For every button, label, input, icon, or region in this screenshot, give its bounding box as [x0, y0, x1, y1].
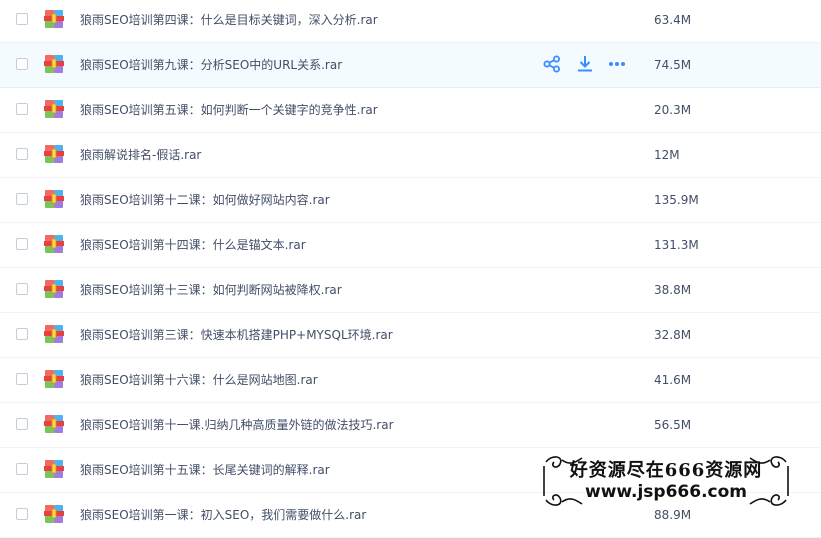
- rar-archive-icon: [44, 459, 64, 479]
- rar-archive-icon: [44, 54, 64, 74]
- rar-archive-icon: [44, 279, 64, 299]
- file-row[interactable]: 狼雨SEO培训第十二课：如何做好网站内容.rar 135.9M: [0, 178, 821, 223]
- file-name[interactable]: 狼雨SEO培训第十五课：长尾关键词的解释.rar: [80, 461, 330, 479]
- file-size: 74.5M: [654, 58, 692, 72]
- rar-archive-icon: [44, 369, 64, 389]
- rar-archive-icon: [44, 324, 64, 344]
- row-checkbox[interactable]: [16, 148, 28, 160]
- row-checkbox[interactable]: [16, 193, 28, 205]
- file-row[interactable]: 狼雨SEO培训第五课：如何判断一个关键字的竞争性.rar 20.3M: [0, 88, 821, 133]
- watermark: 好资源尽在666资源网 www.jsp666.com: [542, 452, 790, 508]
- row-checkbox[interactable]: [16, 13, 28, 25]
- file-size: 12M: [654, 148, 680, 162]
- rar-archive-icon: [44, 189, 64, 209]
- file-name[interactable]: 狼雨SEO培训第十三课：如何判断网站被降权.rar: [80, 281, 342, 299]
- file-size: 20.3M: [654, 103, 692, 117]
- file-name[interactable]: 狼雨SEO培训第四课：什么是目标关键词，深入分析.rar: [80, 11, 378, 29]
- download-icon[interactable]: [575, 54, 595, 74]
- file-row[interactable]: 狼雨SEO培训第十一课.归纳几种高质量外链的做法技巧.rar 56.5M: [0, 403, 821, 448]
- rar-archive-icon: [44, 9, 64, 29]
- file-name[interactable]: 狼雨SEO培训第十六课：什么是网站地图.rar: [80, 371, 318, 389]
- row-checkbox[interactable]: [16, 508, 28, 520]
- watermark-title: 好资源尽在666资源网: [569, 460, 763, 481]
- file-size: 131.3M: [654, 238, 699, 252]
- row-checkbox[interactable]: [16, 328, 28, 340]
- file-row[interactable]: 狼雨SEO培训第三课：快速本机搭建PHP+MYSQL环境.rar 32.8M: [0, 313, 821, 358]
- file-row[interactable]: 狼雨SEO培训第十六课：什么是网站地图.rar 41.6M: [0, 358, 821, 403]
- more-icon[interactable]: [607, 54, 627, 74]
- file-name[interactable]: 狼雨SEO培训第十四课：什么是锚文本.rar: [80, 236, 306, 254]
- share-icon[interactable]: [542, 54, 562, 74]
- file-name[interactable]: 狼雨SEO培训第三课：快速本机搭建PHP+MYSQL环境.rar: [80, 326, 393, 344]
- file-size: 41.6M: [654, 373, 692, 387]
- row-checkbox[interactable]: [16, 463, 28, 475]
- file-row[interactable]: 狼雨解说排名-假话.rar 12M: [0, 133, 821, 178]
- row-checkbox[interactable]: [16, 103, 28, 115]
- row-checkbox[interactable]: [16, 418, 28, 430]
- rar-archive-icon: [44, 144, 64, 164]
- file-row[interactable]: 狼雨SEO培训第九课：分析SEO中的URL关系.rar 74.5M: [0, 43, 821, 88]
- file-size: 56.5M: [654, 418, 692, 432]
- file-size: 38.8M: [654, 283, 692, 297]
- file-row[interactable]: 狼雨SEO培训第十三课：如何判断网站被降权.rar 38.8M: [0, 268, 821, 313]
- file-size: 88.9M: [654, 508, 692, 522]
- file-size: 135.9M: [654, 193, 699, 207]
- rar-archive-icon: [44, 99, 64, 119]
- row-checkbox[interactable]: [16, 58, 28, 70]
- watermark-url: www.jsp666.com: [584, 482, 747, 502]
- file-name[interactable]: 狼雨SEO培训第十一课.归纳几种高质量外链的做法技巧.rar: [80, 416, 394, 434]
- rar-archive-icon: [44, 504, 64, 524]
- file-row[interactable]: 狼雨SEO培训第四课：什么是目标关键词，深入分析.rar 63.4M: [0, 0, 821, 43]
- row-checkbox[interactable]: [16, 373, 28, 385]
- rar-archive-icon: [44, 414, 64, 434]
- file-size: 63.4M: [654, 13, 692, 27]
- file-name[interactable]: 狼雨SEO培训第五课：如何判断一个关键字的竞争性.rar: [80, 101, 378, 119]
- row-checkbox[interactable]: [16, 283, 28, 295]
- file-name[interactable]: 狼雨SEO培训第九课：分析SEO中的URL关系.rar: [80, 56, 342, 74]
- rar-archive-icon: [44, 234, 64, 254]
- file-name[interactable]: 狼雨解说排名-假话.rar: [80, 146, 201, 164]
- row-checkbox[interactable]: [16, 238, 28, 250]
- file-size: 32.8M: [654, 328, 692, 342]
- file-name[interactable]: 狼雨SEO培训第十二课：如何做好网站内容.rar: [80, 191, 330, 209]
- file-name[interactable]: 狼雨SEO培训第一课：初入SEO，我们需要做什么.rar: [80, 506, 366, 524]
- file-row[interactable]: 狼雨SEO培训第十四课：什么是锚文本.rar 131.3M: [0, 223, 821, 268]
